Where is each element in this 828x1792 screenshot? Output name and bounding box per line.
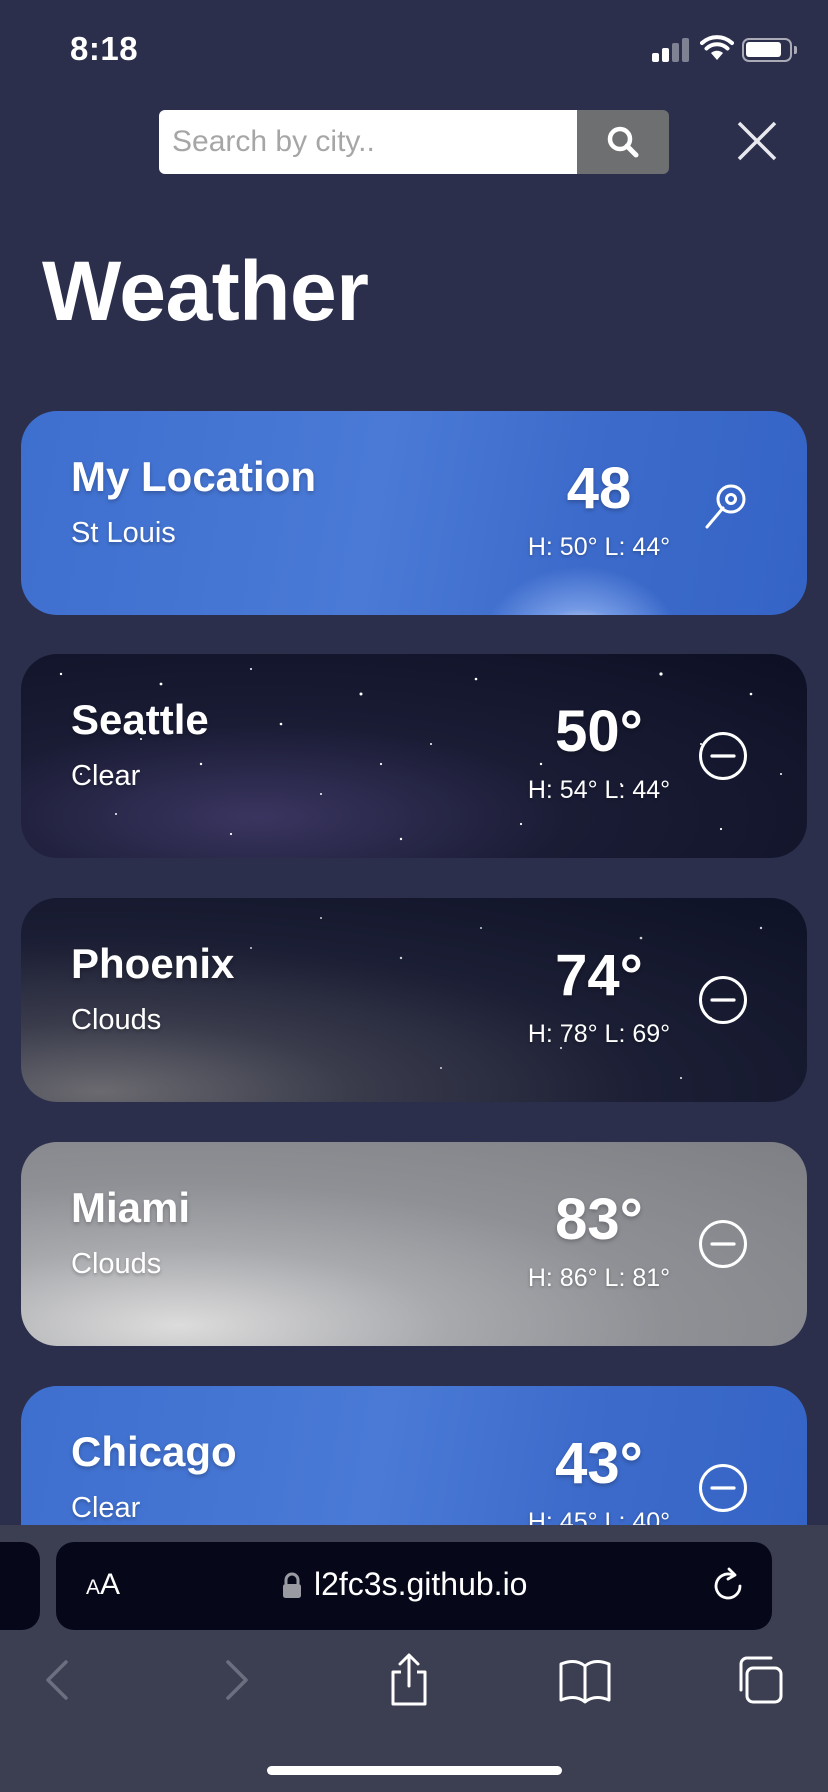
minus-circle-icon[interactable] bbox=[697, 974, 749, 1026]
card-city: Seattle bbox=[71, 696, 209, 743]
wifi-icon bbox=[700, 35, 734, 60]
minus-circle-icon[interactable] bbox=[697, 1218, 749, 1270]
status-time: 8:18 bbox=[70, 30, 139, 67]
weather-card-seattle[interactable]: Seattle Clear 50° H: 54° L: 44° bbox=[21, 654, 807, 858]
back-icon[interactable] bbox=[30, 1652, 86, 1708]
share-icon[interactable] bbox=[381, 1652, 437, 1708]
card-description: Clouds bbox=[71, 1248, 162, 1280]
search-bar bbox=[159, 110, 669, 174]
forward-icon[interactable] bbox=[208, 1652, 264, 1708]
close-button[interactable] bbox=[733, 117, 781, 165]
minus-circle-icon[interactable] bbox=[697, 1462, 749, 1514]
reader-settings-button[interactable]: AA bbox=[86, 1568, 120, 1602]
weather-card-my-location[interactable]: My Location St Louis 48 H: 50° L: 44° bbox=[21, 411, 807, 615]
bookmarks-icon[interactable] bbox=[557, 1652, 613, 1708]
card-description: Clear bbox=[71, 1492, 141, 1524]
card-city: My Location bbox=[71, 453, 317, 500]
address-bar[interactable]: AA l2fc3s.github.io bbox=[56, 1542, 772, 1630]
page-title: Weather bbox=[42, 244, 369, 338]
home-indicator[interactable] bbox=[267, 1766, 562, 1775]
search-icon bbox=[607, 126, 639, 158]
tabs-icon[interactable] bbox=[733, 1652, 789, 1708]
lock-icon bbox=[283, 1572, 301, 1598]
location-pin-icon[interactable] bbox=[701, 481, 753, 533]
card-city: Phoenix bbox=[71, 940, 235, 987]
card-description: Clear bbox=[71, 760, 141, 792]
card-description: Clouds bbox=[71, 1004, 162, 1036]
card-city: Miami bbox=[71, 1184, 191, 1231]
card-high-low: H: 50° L: 44° bbox=[527, 533, 671, 561]
card-city: Chicago bbox=[71, 1428, 237, 1475]
previous-tab-preview[interactable] bbox=[0, 1542, 40, 1630]
status-bar: 8:18 bbox=[0, 0, 828, 100]
reload-icon[interactable] bbox=[708, 1566, 748, 1606]
search-button[interactable] bbox=[577, 110, 669, 174]
url-text: l2fc3s.github.io bbox=[314, 1566, 528, 1602]
battery-icon bbox=[742, 38, 797, 62]
weather-card-phoenix[interactable]: Phoenix Clouds 74° H: 78° L: 69° bbox=[21, 898, 807, 1102]
minus-circle-icon[interactable] bbox=[697, 730, 749, 782]
cellular-signal-icon bbox=[652, 38, 690, 62]
weather-card-miami[interactable]: Miami Clouds 83° H: 86° L: 81° bbox=[21, 1142, 807, 1346]
card-description: St Louis bbox=[71, 517, 176, 549]
search-input[interactable] bbox=[159, 110, 577, 174]
